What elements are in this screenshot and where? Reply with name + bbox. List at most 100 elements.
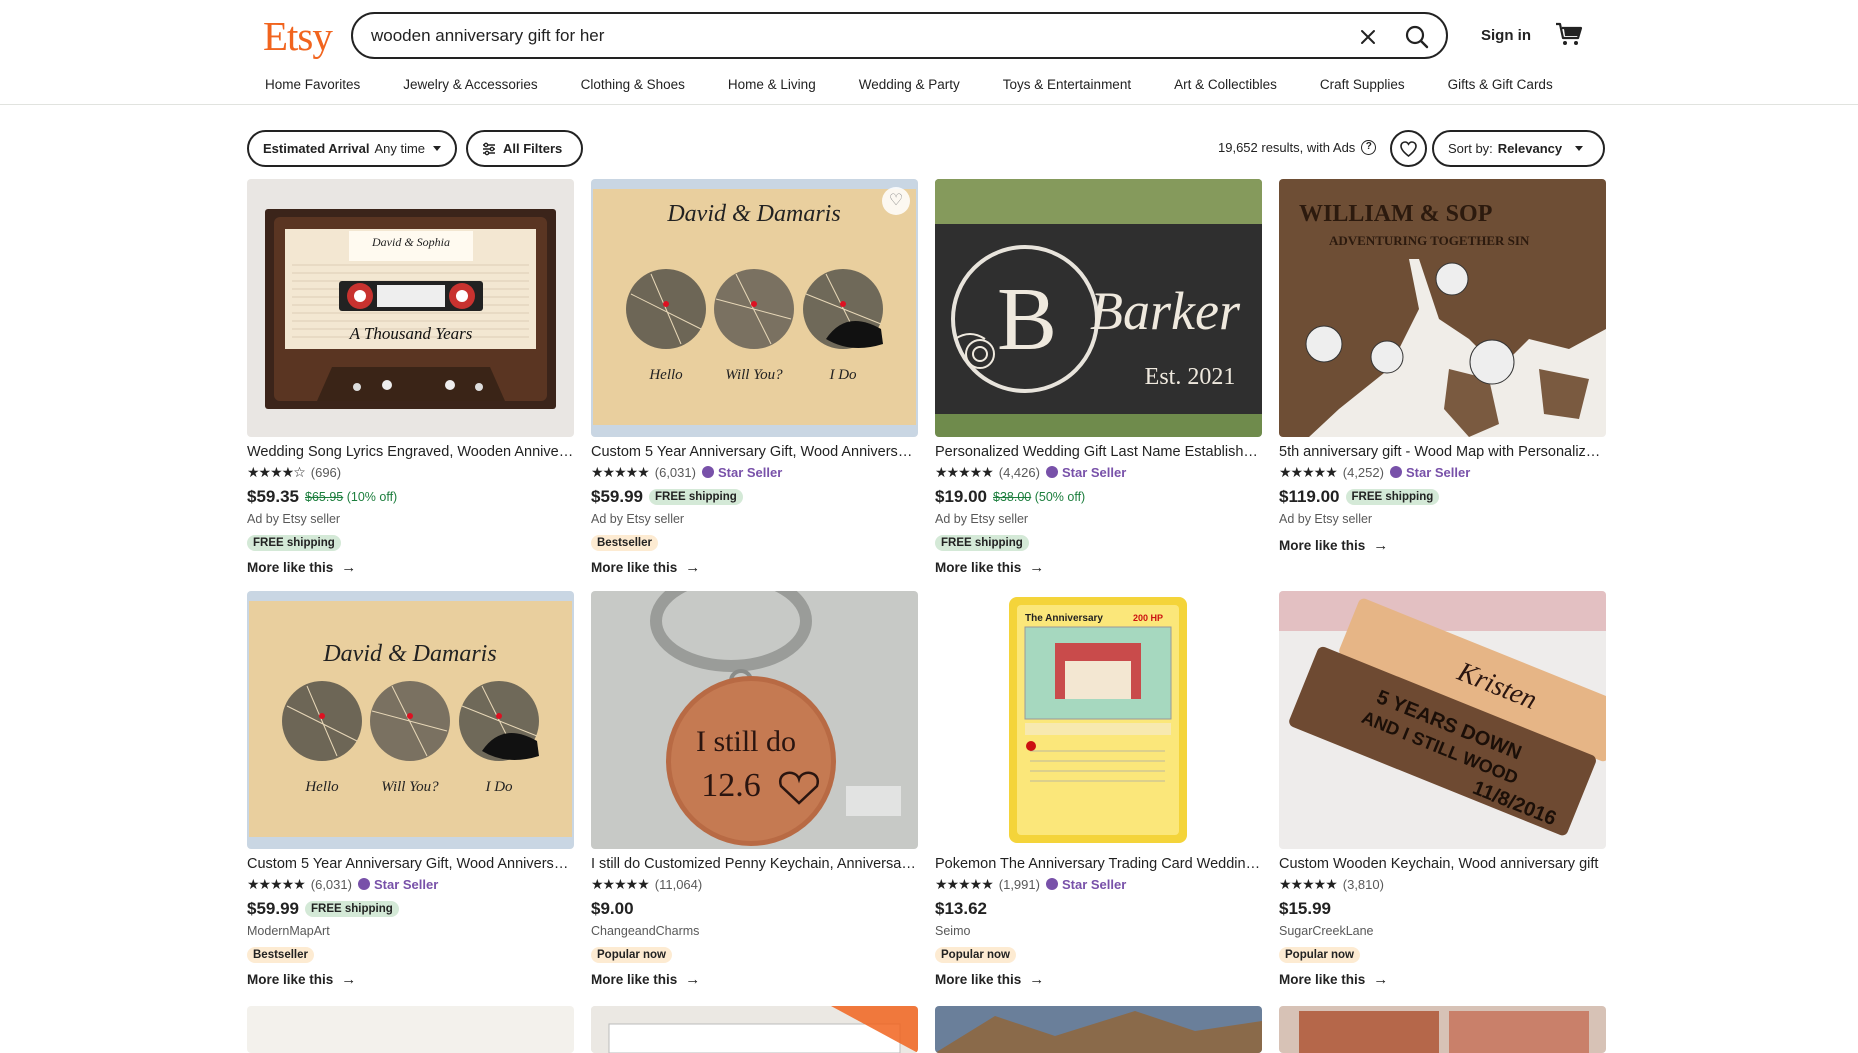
nav-home-living[interactable]: Home & Living [728,77,816,92]
favorite-search-button[interactable] [1390,130,1427,167]
pokemon-title: The Anniversary [1025,613,1103,624]
filter-icon [483,142,495,155]
nav-toys[interactable]: Toys & Entertainment [1003,77,1131,92]
listing-title[interactable]: Custom Wooden Keychain, Wood anniversary… [1279,855,1606,873]
map-caption: Will You? [381,779,439,795]
more-like-this-link[interactable]: More like this → [935,971,1262,988]
more-like-this-link[interactable]: More like this → [1279,537,1606,554]
star-rating: ★★★★★ [1279,875,1338,892]
review-count: (1,991) [998,876,1040,892]
listing-card[interactable] [1279,1006,1606,1053]
listing-card[interactable] [247,1006,574,1053]
nav-wedding[interactable]: Wedding & Party [859,77,960,92]
listing-image[interactable] [1279,1006,1606,1053]
listing-image[interactable] [935,1006,1262,1053]
listing-image[interactable]: David & Damaris Hello Will You? I Do ♡ [591,179,918,437]
rating-row: ★★★★★ (4,252) Star Seller [1279,463,1606,481]
more-like-this-link[interactable]: More like this → [935,559,1262,576]
more-like-this-link[interactable]: More like this → [591,971,918,988]
star-seller-icon [1389,466,1402,478]
listing-title[interactable]: I still do Customized Penny Keychain, An… [591,855,918,873]
star-seller-label: Star Seller [1405,464,1471,480]
listing-image[interactable] [591,1006,918,1053]
seller-name[interactable]: ChangeandCharms [591,924,918,941]
search-bar[interactable]: wooden anniversary gift for her [351,12,1448,59]
more-like-this-label: More like this [591,560,678,575]
sort-label: Sort by: [1448,141,1493,156]
rating-row: ★★★★☆ (696) [247,463,574,481]
nav-craft[interactable]: Craft Supplies [1320,77,1405,92]
more-like-this-link[interactable]: More like this → [247,559,574,576]
clear-search-icon[interactable] [1353,22,1383,52]
listing-card[interactable]: I still do 12.6 I still do Customized Pe… [591,591,918,988]
original-price: $38.00 [993,490,1032,504]
listing-card[interactable]: David & Damaris Hello Will You? I Do ♡ C… [591,179,918,576]
search-input[interactable]: wooden anniversary gift for her [371,26,604,46]
listing-image[interactable]: David & Damaris Hello Will You? I Do [247,591,574,849]
seller-name[interactable]: Seimo [935,924,1262,941]
listing-image[interactable]: David & Sophia A Thousand Years [247,179,574,437]
star-seller-badge: Star Seller [1045,465,1126,480]
help-icon[interactable]: ? [1361,140,1377,155]
rating-row: ★★★★★ (11,064) [591,875,918,893]
seller-name[interactable]: ModernMapArt [247,924,574,941]
category-nav: Home Favorites Jewelry & Accessories Clo… [265,77,1596,92]
favorite-heart-icon[interactable]: ♡ [882,187,910,215]
nav-home-favorites[interactable]: Home Favorites [265,77,360,92]
listing-title[interactable]: Custom 5 Year Anniversary Gift, Wood Ann… [591,443,918,461]
nav-clothing[interactable]: Clothing & Shoes [581,77,685,92]
listing-image[interactable]: B Barker Est. 2021 [935,179,1262,437]
price-row: $59.99 FREE shipping [591,485,918,509]
sort-dropdown[interactable]: Sort by: Relevancy [1432,130,1605,167]
original-price-row: $65.95 (10% off) [305,490,397,504]
estimated-arrival-filter[interactable]: Estimated Arrival Any time [247,130,458,167]
more-like-this-link[interactable]: More like this → [591,559,918,576]
barker-initial: B [997,270,1057,369]
rating-row: ★★★★★ (4,426) Star Seller [935,463,1262,481]
listing-card[interactable] [591,1006,918,1053]
listing-image[interactable]: WILLIAM & SOP ADVENTURING TOGETHER SIN [1279,179,1606,437]
seller-name: Ad by Etsy seller [247,512,341,526]
etsy-logo[interactable]: Etsy [263,12,333,60]
sign-in-link[interactable]: Sign in [1481,27,1531,44]
arrow-right-icon: → [341,559,357,576]
nav-art[interactable]: Art & Collectibles [1174,77,1277,92]
listing-card[interactable]: B Barker Est. 2021 Personalized Wedding … [935,179,1262,576]
free-shipping-badge: FREE shipping [649,489,743,505]
listing-image[interactable]: I still do 12.6 [591,591,918,849]
listing-card[interactable]: Kristen 5 YEARS DOWN AND I STILL WOOD 11… [1279,591,1606,988]
price: $19.00 [935,487,987,506]
listing-image[interactable]: The Anniversary 200 HP [935,591,1262,849]
listing-card[interactable]: The Anniversary 200 HP Pokemon The Anniv… [935,591,1262,988]
cart-icon[interactable] [1553,18,1585,50]
search-icon[interactable] [1397,18,1437,56]
listing-card[interactable] [935,1006,1262,1053]
star-rating: ★★★★★ [935,463,994,480]
listing-card[interactable]: WILLIAM & SOP ADVENTURING TOGETHER SIN 5… [1279,179,1606,554]
listing-image[interactable]: Kristen 5 YEARS DOWN AND I STILL WOOD 11… [1279,591,1606,849]
star-rating: ★★★★☆ [247,463,306,480]
more-like-this-label: More like this [935,972,1022,987]
listing-title[interactable]: Personalized Wedding Gift Last Name Esta… [935,443,1262,461]
review-count: (11,064) [654,876,703,892]
nav-jewelry[interactable]: Jewelry & Accessories [403,77,537,92]
listing-card[interactable]: David & Damaris Hello Will You? I Do Cus… [247,591,574,988]
sort-value: Relevancy [1497,141,1563,156]
listing-title[interactable]: Pokemon The Anniversary Trading Card Wed… [935,855,1262,873]
nav-gifts[interactable]: Gifts & Gift Cards [1448,77,1553,92]
listing-title[interactable]: Custom 5 Year Anniversary Gift, Wood Ann… [247,855,574,873]
map-caption: Will You? [725,367,783,383]
listing-card[interactable]: David & Sophia A Thousand Years Wedding … [247,179,574,576]
all-filters-button[interactable]: All Filters [466,130,584,167]
listing-image[interactable] [247,1006,574,1053]
discount: (10% off) [346,490,398,504]
free-shipping-badge: FREE shipping [305,901,399,917]
more-like-this-link[interactable]: More like this → [247,971,574,988]
star-seller-badge: Star Seller [701,465,782,480]
worldmap-title: WILLIAM & SOP [1299,201,1492,227]
listing-title[interactable]: Wedding Song Lyrics Engraved, Wooden Ann… [247,443,574,461]
more-like-this-link[interactable]: More like this → [1279,971,1606,988]
listing-title[interactable]: 5th anniversary gift - Wood Map with Per… [1279,443,1606,461]
seller-name[interactable]: SugarCreekLane [1279,924,1606,941]
star-rating: ★★★★★ [591,463,650,480]
